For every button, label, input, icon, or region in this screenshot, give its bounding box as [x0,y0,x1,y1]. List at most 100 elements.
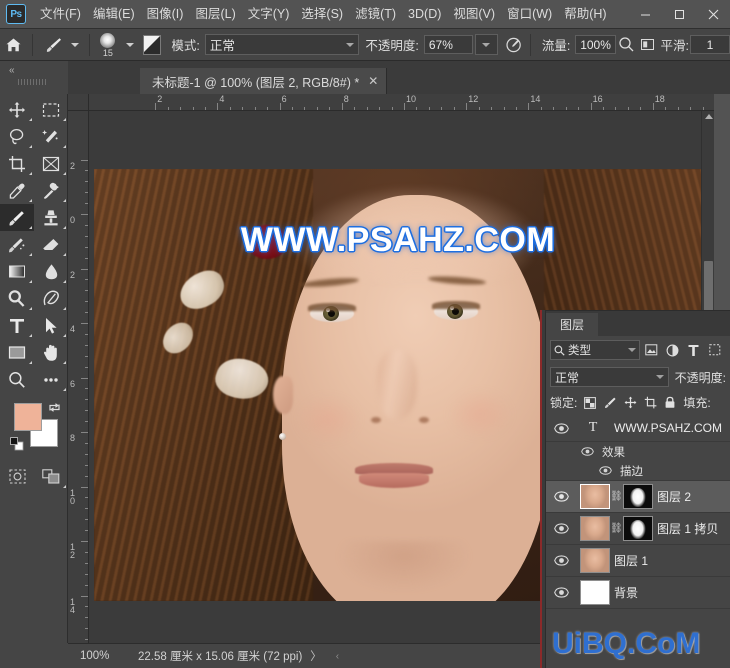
hand-tool[interactable] [34,339,68,366]
marquee-tool[interactable] [34,96,68,123]
minimize-button[interactable] [628,0,662,28]
layer-name[interactable]: 图层 1 拷贝 [653,520,718,537]
brush-preset-caret-icon[interactable] [126,42,135,47]
lock-artboard-nesting-icon[interactable] [643,395,657,411]
path-selection-tool[interactable] [34,312,68,339]
tab-layers[interactable]: 图层 [546,313,599,336]
layer-name[interactable]: WWW.PSAHZ.COM [610,421,722,435]
opacity-input[interactable]: 67% [423,35,474,54]
close-icon[interactable]: ✕ [368,74,378,88]
healing-brush-tool[interactable] [34,177,68,204]
gradient-tool[interactable] [0,258,34,285]
airbrush-button[interactable] [616,33,637,57]
move-tool[interactable] [0,96,34,123]
lock-transparent-pixels-icon[interactable] [583,395,597,411]
menu-image[interactable]: 图像(I) [141,2,190,26]
foreground-color-swatch[interactable] [14,403,42,431]
table-row[interactable]: 图层 1 [546,545,730,577]
tool-preset-caret-icon[interactable] [70,42,79,47]
toolbar-grip-handle[interactable] [18,79,48,85]
effects-visibility-toggle[interactable] [572,447,602,456]
smoothing-options-button[interactable] [637,33,658,57]
menu-type[interactable]: 文字(Y) [242,2,296,26]
layer-name[interactable]: 背景 [610,584,638,601]
layer-thumbnail[interactable] [580,580,610,605]
eyedropper-tool[interactable] [0,177,34,204]
menu-layer[interactable]: 图层(L) [189,2,241,26]
flow-input[interactable]: 100% [575,35,616,54]
layer-thumbnail-text[interactable]: T [576,420,610,436]
effect-stroke-visibility-toggle[interactable] [590,466,620,475]
screen-mode-button[interactable] [34,463,68,490]
lock-image-pixels-icon[interactable] [603,395,617,411]
menu-view[interactable]: 视图(V) [447,2,501,26]
shape-tool[interactable] [0,339,34,366]
menu-select[interactable]: 选择(S) [295,2,349,26]
brush-settings-panel-button[interactable] [143,34,162,55]
filter-pixel-icon[interactable] [642,340,661,360]
layer-name[interactable]: 图层 2 [653,488,691,505]
tool-preset-picker[interactable] [38,29,66,60]
home-button[interactable] [0,29,27,60]
vertical-ruler[interactable]: 20246810121416 [68,111,89,643]
clone-stamp-tool[interactable] [34,204,68,231]
status-expand-arrow-icon[interactable]: 〉 [310,648,322,664]
magic-wand-tool[interactable] [34,123,68,150]
status-secondary-arrow-icon[interactable]: ‹ [336,651,339,662]
brush-tool[interactable] [0,204,34,231]
menu-help[interactable]: 帮助(H) [558,2,612,26]
document-tab[interactable]: 未标题-1 @ 100% (图层 2, RGB/8#) * ✕ [140,68,388,94]
smoothing-input[interactable]: 1 [690,35,730,54]
swap-colors-icon[interactable] [48,401,61,417]
table-row[interactable]: T WWW.PSAHZ.COM [546,415,730,442]
layer-effects-group[interactable]: 效果 [546,442,730,461]
layer-mask-link-icon[interactable]: ⛓ [610,523,623,534]
lock-all-icon[interactable] [663,395,677,411]
close-button[interactable] [696,0,730,28]
filter-type-icon[interactable] [684,340,703,360]
frame-tool[interactable] [34,150,68,177]
filter-adjustment-icon[interactable] [663,340,682,360]
layer-name[interactable]: 图层 1 [610,552,648,569]
layer-visibility-toggle[interactable] [546,422,576,434]
layer-effect-item[interactable]: 描边 [546,461,730,481]
airbrush-pressure-opacity-toggle[interactable] [504,33,525,57]
lock-position-icon[interactable] [623,395,637,411]
layer-mask-thumbnail[interactable] [623,516,653,541]
zoom-level[interactable]: 100% [80,650,126,662]
collapse-panel-button[interactable]: « [0,61,68,94]
layer-visibility-toggle[interactable] [546,491,576,502]
menu-file[interactable]: 文件(F) [34,2,87,26]
type-tool[interactable] [0,312,34,339]
history-brush-tool[interactable] [0,231,34,258]
layer-visibility-toggle[interactable] [546,523,576,534]
dodge-tool[interactable] [0,285,34,312]
layer-filter-type-select[interactable]: 类型 [550,340,640,360]
default-colors-icon[interactable] [10,437,24,454]
ruler-corner[interactable] [68,94,89,111]
maximize-button[interactable] [662,0,696,28]
layer-mask-thumbnail[interactable] [623,484,653,509]
table-row[interactable]: 背景 [546,577,730,609]
opacity-dropdown-button[interactable] [475,34,498,55]
lasso-tool[interactable] [0,123,34,150]
blend-mode-select[interactable]: 正常 [204,34,360,55]
layer-thumbnail[interactable] [580,484,610,509]
menu-edit[interactable]: 编辑(E) [87,2,141,26]
menu-filter[interactable]: 滤镜(T) [349,2,402,26]
table-row[interactable]: ⛓ 图层 2 [546,481,730,513]
horizontal-ruler[interactable]: 2468101214161820 [89,94,714,111]
layer-visibility-toggle[interactable] [546,587,576,598]
pen-tool[interactable] [34,285,68,312]
menu-3d[interactable]: 3D(D) [402,2,447,26]
filter-shape-icon[interactable] [705,340,724,360]
table-row[interactable]: ⛓ 图层 1 拷贝 [546,513,730,545]
layer-thumbnail[interactable] [580,548,610,573]
layer-thumbnail[interactable] [580,516,610,541]
crop-tool[interactable] [0,150,34,177]
layer-mask-link-icon[interactable]: ⛓ [610,491,623,502]
layer-blend-mode-select[interactable]: 正常 [550,367,669,387]
zoom-tool[interactable] [0,366,34,393]
edit-toolbar-tool[interactable] [34,366,68,393]
brush-size-picker[interactable]: 15 [95,29,122,60]
